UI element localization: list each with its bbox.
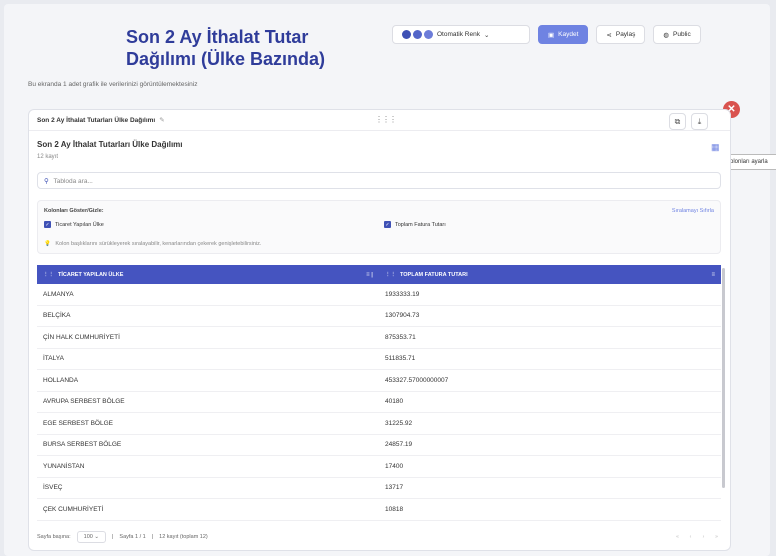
table-row[interactable]: EGE SERBEST BÖLGE 31225.92 xyxy=(37,413,721,435)
color-theme-label: Otomatik Renk xyxy=(437,31,480,38)
table-row[interactable]: İSVEÇ 13717 xyxy=(37,478,721,499)
color-dots-icon xyxy=(402,30,433,39)
download-icon[interactable]: ⤓ xyxy=(691,113,708,130)
table-row[interactable]: HOLLANDA 453327.57000000007 xyxy=(37,370,721,392)
table-row[interactable]: ALMANYA 1933333.19 xyxy=(37,284,721,306)
table-row[interactable]: YUNANİSTAN 17400 xyxy=(37,456,721,478)
cell-country: İSVEÇ xyxy=(43,484,63,492)
page-size-label: Sayfa başına: xyxy=(37,534,71,540)
color-theme-select[interactable]: Otomatik Renk ⌄ xyxy=(392,25,530,44)
table-row[interactable]: ÇEK CUMHURİYETİ 10818 xyxy=(37,499,721,521)
table-row[interactable]: BURSA SERBEST BÖLGE 24857.19 xyxy=(37,435,721,456)
cell-country: AVRUPA SERBEST BÖLGE xyxy=(43,398,125,406)
column-visibility-panel: Kolonları Göster/Gizle: Sıralamayı Sıfır… xyxy=(37,200,721,254)
cell-amount: 13717 xyxy=(385,484,404,492)
cell-country: YUNANİSTAN xyxy=(43,462,85,470)
public-button[interactable]: ◍ Public xyxy=(653,25,701,44)
table-row[interactable]: ÇİN HALK CUMHURİYETİ 875353.71 xyxy=(37,327,721,349)
cell-amount: 511835.71 xyxy=(385,355,416,363)
table-footer: Sayfa başına: 100 ⌄ | Sayfa 1 / 1 | 12 k… xyxy=(37,528,721,546)
cell-amount: 17400 xyxy=(385,462,404,470)
cell-country: ÇEK CUMHURİYETİ xyxy=(43,505,104,513)
column-menu-icon[interactable]: ≡ | xyxy=(366,272,373,278)
hint-label: Kolon başlıklarını sürükleyerek sıralaya… xyxy=(55,241,262,247)
column-toggle-label: Toplam Fatura Tutarı xyxy=(395,221,446,228)
last-page-icon[interactable]: » xyxy=(712,532,721,541)
columns-label: Kolonları Göster/Gizle: xyxy=(44,208,104,214)
column-toggle-label: Ticaret Yapılan Ülke xyxy=(55,221,104,228)
cell-amount: 24857.19 xyxy=(385,441,413,449)
table-scrollbar[interactable] xyxy=(722,268,725,488)
pagination: « ‹ › » xyxy=(673,532,721,541)
cell-country: ALMANYA xyxy=(43,290,74,298)
dashboard-page: Son 2 Ay İthalat Tutar Dağılımı (Ülke Ba… xyxy=(4,4,776,556)
page-size-value: 100 xyxy=(83,534,93,540)
column-toggle-amount[interactable]: ✓ Toplam Fatura Tutarı xyxy=(384,221,446,228)
card-header-title: Son 2 Ay İthalat Tutarları Ülke Dağılımı xyxy=(37,116,156,124)
cell-country: İTALYA xyxy=(43,355,64,363)
globe-icon: ◍ xyxy=(663,31,670,39)
cell-amount: 453327.57000000007 xyxy=(385,376,449,384)
table-body: ALMANYA 1933333.19 BELÇİKA 1307904.73 ÇİN … xyxy=(37,284,721,521)
table-row[interactable]: AVRUPA SERBEST BÖLGE 40180 xyxy=(37,392,721,413)
lightbulb-icon: 💡 xyxy=(44,241,51,247)
table-title: Son 2 Ay İthalat Tutarları Ülke Dağılımı xyxy=(37,140,183,149)
checkbox-icon: ✓ xyxy=(44,221,51,228)
page-title: Son 2 Ay İthalat Tutar Dağılımı (Ülke Ba… xyxy=(126,27,326,69)
page-info: Sayfa 1 / 1 xyxy=(119,534,146,540)
cell-amount: 31225.92 xyxy=(385,419,413,427)
checkbox-icon: ✓ xyxy=(384,221,391,228)
table-card: Son 2 Ay İthalat Tutarları Ülke Dağılımı… xyxy=(28,109,731,551)
record-info: 12 kayıt (toplam 12) xyxy=(159,534,208,540)
cell-country: HOLLANDA xyxy=(43,376,79,384)
header-label: TİCARET YAPILAN ÜLKE xyxy=(58,271,124,278)
first-page-icon[interactable]: « xyxy=(673,532,682,541)
share-label: Paylaş xyxy=(615,31,636,38)
cell-country: BELÇİKA xyxy=(43,312,71,320)
public-label: Public xyxy=(673,31,691,38)
cell-amount: 10818 xyxy=(385,505,404,513)
share-icon: ⋖ xyxy=(606,31,612,39)
reset-sort-link[interactable]: Sıralamayı Sıfırla xyxy=(672,208,714,214)
chevron-down-icon: ⌄ xyxy=(484,31,490,39)
prev-page-icon[interactable]: ‹ xyxy=(686,532,695,541)
page-subtitle: Bu ekranda 1 adet grafik ile verileriniz… xyxy=(28,81,198,88)
edit-icon[interactable]: ✎ xyxy=(159,116,164,124)
search-icon: ⚲ xyxy=(44,178,49,185)
search-input[interactable]: ⚲ Tabloda ara... xyxy=(37,172,721,189)
cell-country: EGE SERBEST BÖLGE xyxy=(43,419,113,427)
separator: | xyxy=(111,534,114,540)
save-button[interactable]: ▣ Kaydet xyxy=(538,25,589,44)
drag-handle-icon[interactable]: ⋮⋮⋮ xyxy=(375,115,397,124)
cell-amount: 40180 xyxy=(385,398,404,406)
cell-country: BURSA SERBEST BÖLGE xyxy=(43,441,122,449)
table-row[interactable]: BELÇİKA 1307904.73 xyxy=(37,306,721,327)
save-label: Kaydet xyxy=(558,31,579,38)
column-header-country[interactable]: ⋮⋮ TİCARET YAPILAN ÜLKE ≡ | xyxy=(37,265,379,284)
column-header-amount[interactable]: ⋮⋮ TOPLAM FATURA TUTARI ≡ xyxy=(379,265,721,284)
separator: | xyxy=(151,534,154,540)
save-icon: ▣ xyxy=(548,31,555,39)
table-header: ⋮⋮ TİCARET YAPILAN ÜLKE ≡ | ⋮⋮ TOPLAM FA… xyxy=(37,265,721,284)
page-size-select[interactable]: 100 ⌄ xyxy=(76,531,106,543)
column-toggle-country[interactable]: ✓ Ticaret Yapılan Ülke xyxy=(44,221,104,228)
record-count: 12 kayıt xyxy=(37,154,59,160)
copy-icon[interactable]: ⧉ xyxy=(669,113,686,130)
cell-amount: 1307904.73 xyxy=(385,312,420,320)
cell-amount: 875353.71 xyxy=(385,333,416,341)
table-row[interactable]: İTALYA 511835.71 xyxy=(37,349,721,370)
drag-dots-icon: ⋮⋮ xyxy=(43,271,54,278)
toolbar: Otomatik Renk ⌄ ▣ Kaydet ⋖ Paylaş ◍ Publ… xyxy=(392,25,701,44)
drag-dots-icon: ⋮⋮ xyxy=(385,271,396,278)
hint-text: 💡 Kolon başlıklarını sürükleyerek sırala… xyxy=(44,241,261,247)
cell-amount: 1933333.19 xyxy=(385,290,420,298)
search-placeholder: Tabloda ara... xyxy=(53,178,93,185)
cell-country: ÇİN HALK CUMHURİYETİ xyxy=(43,333,120,341)
data-table: ⋮⋮ TİCARET YAPILAN ÜLKE ≡ | ⋮⋮ TOPLAM FA… xyxy=(37,265,721,521)
columns-settings-icon[interactable]: ▦ xyxy=(711,142,720,153)
share-button[interactable]: ⋖ Paylaş xyxy=(596,25,646,44)
next-page-icon[interactable]: › xyxy=(699,532,708,541)
column-menu-icon[interactable]: ≡ xyxy=(711,272,715,278)
header-label: TOPLAM FATURA TUTARI xyxy=(400,271,468,278)
